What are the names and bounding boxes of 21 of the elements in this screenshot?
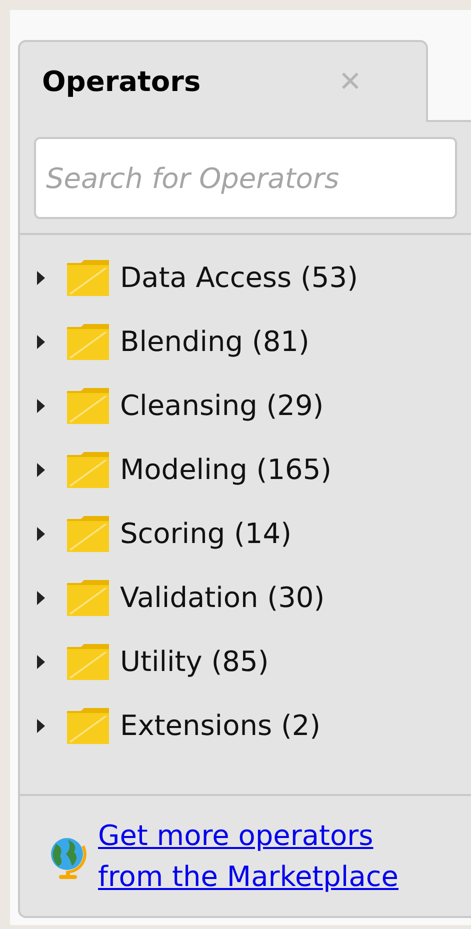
tree-item-label[interactable]: Validation (30) — [120, 577, 325, 619]
panel-tab[interactable]: Operators ✕ — [18, 40, 428, 122]
tree-item-label[interactable]: Utility (85) — [120, 641, 269, 683]
marketplace-link[interactable]: Get more operators from the Marketplace — [98, 815, 443, 897]
tab-title: Operators — [42, 64, 201, 100]
folder-icon — [66, 451, 110, 489]
folder-icon — [66, 579, 110, 617]
folder-icon — [66, 643, 110, 681]
folder-icon — [66, 323, 110, 361]
folder-icon — [66, 387, 110, 425]
folder-icon — [66, 707, 110, 745]
folder-icon — [66, 259, 110, 297]
tree-item-label[interactable]: Data Access (53) — [120, 257, 358, 299]
tree-item-label[interactable]: Scoring (14) — [120, 513, 292, 555]
tree-item-label[interactable]: Blending (81) — [120, 321, 310, 363]
tree-item-label[interactable]: Cleansing (29) — [120, 385, 324, 427]
folder-icon — [66, 515, 110, 553]
globe-icon — [50, 836, 88, 880]
search-field[interactable]: Search for Operators — [34, 137, 457, 219]
tree-item-label[interactable]: Extensions (2) — [120, 705, 321, 747]
tree-item-label[interactable]: Modeling (165) — [120, 449, 332, 491]
